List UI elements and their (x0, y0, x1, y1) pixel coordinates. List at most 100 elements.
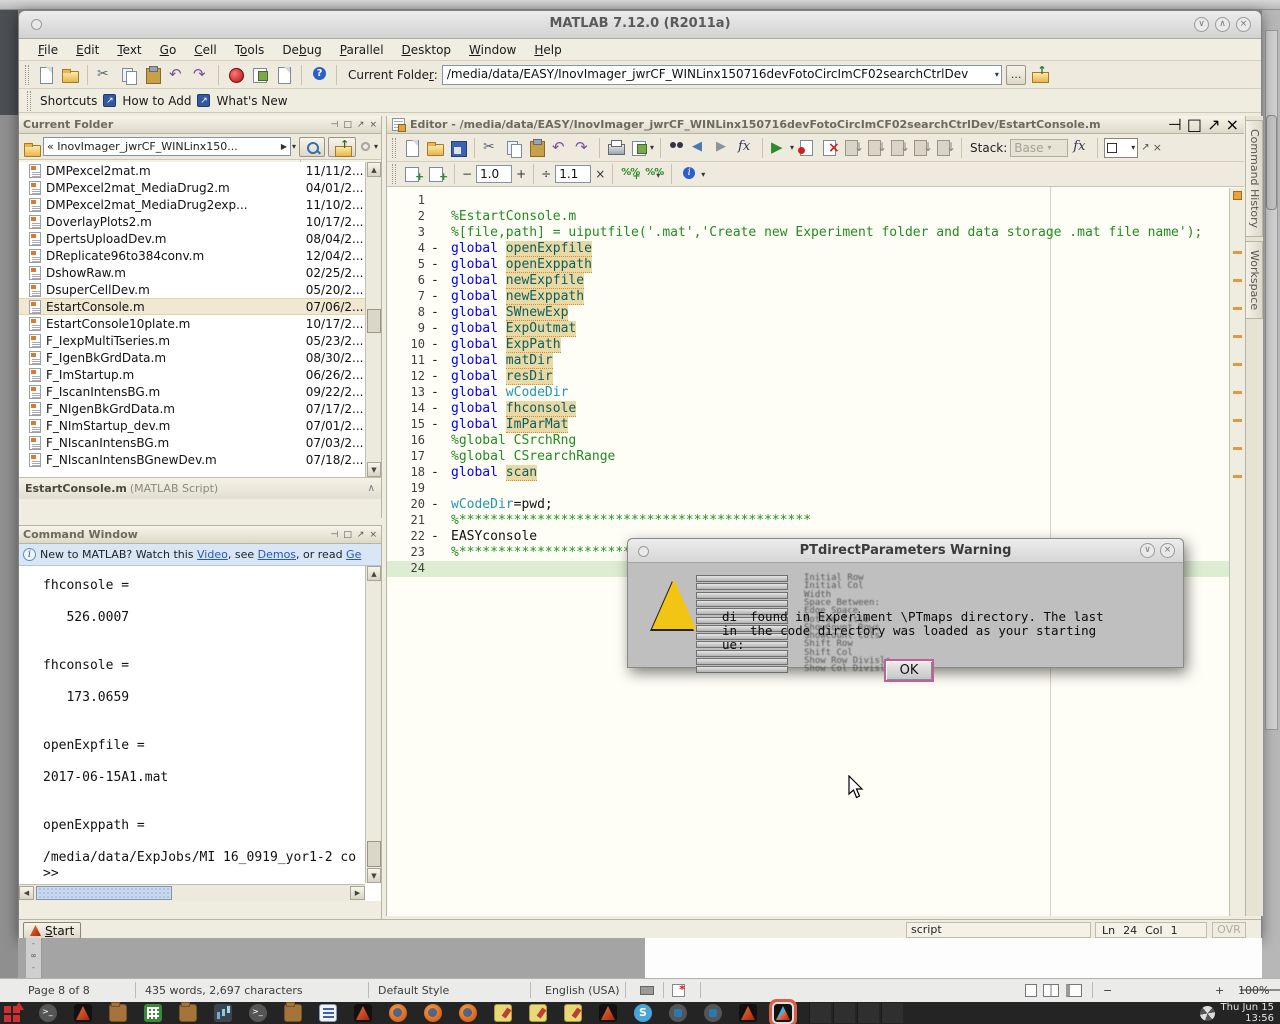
code-line[interactable]: 17%global CSrearchRange (387, 449, 1229, 465)
profiler-icon[interactable] (274, 65, 294, 85)
current-folder-panel-header[interactable]: Current Folder ⊣ □ ↗ × (19, 116, 381, 134)
taskbar-cam-icon[interactable] (669, 1004, 687, 1022)
maximize-panel-icon[interactable]: □ (1187, 115, 1202, 134)
line-number[interactable]: 9 (387, 321, 425, 335)
breadcrumb-next-icon[interactable]: ▶ (281, 142, 287, 151)
tab-workspace[interactable]: Workspace (1246, 241, 1263, 319)
code-line[interactable]: 8-global SWnewExp (387, 305, 1229, 321)
taskbar-terminal-icon[interactable] (249, 1004, 267, 1022)
line-number[interactable]: 3 (387, 225, 425, 239)
shortcut-how-to-add[interactable]: How to Add (122, 94, 191, 108)
file-row[interactable]: F_NIscanIntensBGnewDev.m07/18/2... (19, 451, 365, 468)
close-panel-icon[interactable]: × (1226, 115, 1239, 134)
browse-folder-button[interactable]: ... (1006, 65, 1027, 85)
step-icon[interactable] (843, 138, 863, 158)
start-button[interactable]: Start (23, 922, 81, 939)
step-out-icon[interactable] (889, 138, 909, 158)
line-number[interactable]: 18 (387, 465, 425, 479)
line-number[interactable]: 21 (387, 513, 425, 527)
mlint-warning-tick[interactable] (1233, 419, 1242, 422)
actions-gear-icon[interactable] (359, 140, 373, 154)
line-number[interactable]: 14 (387, 401, 425, 415)
taskbar-clock[interactable]: Thu Jun 15 13:56 (1200, 1002, 1280, 1024)
font-increase-button[interactable]: + (516, 167, 526, 181)
step-in-icon[interactable] (866, 138, 886, 158)
undock-icon[interactable]: ↗ (1141, 142, 1149, 153)
code-line[interactable]: 14-global fhconsole (387, 401, 1229, 417)
command-window-output-area[interactable]: fhconsole = 526.0007fhconsole = 173.0659… (19, 566, 365, 883)
mlint-warning-tick[interactable] (1233, 251, 1242, 254)
undo-icon[interactable] (167, 65, 187, 85)
close-icon[interactable]: × (1153, 141, 1162, 154)
taskbar-empty-slot[interactable] (833, 1003, 855, 1023)
code-line[interactable]: 9-global ExpOutmat (387, 321, 1229, 337)
paste-icon[interactable] (527, 138, 547, 158)
code-line[interactable]: 6-global newExpfile (387, 273, 1229, 289)
code-line[interactable]: 3%[file,path] = uiputfile('.mat','Create… (387, 225, 1229, 241)
taskbar-matlab-icon[interactable] (739, 1004, 757, 1022)
publish-dropdown-icon[interactable]: ▾ (701, 170, 705, 179)
find-files-icon[interactable] (667, 138, 687, 158)
menu-help[interactable]: Help (525, 43, 570, 57)
divide-button[interactable]: ÷ (541, 167, 551, 181)
zoom-percent-status[interactable]: 100% (1238, 984, 1269, 997)
language-status[interactable]: English (USA) (545, 984, 620, 997)
font-decrease-button[interactable]: − (462, 167, 472, 181)
word-count-status[interactable]: 435 words, 2,697 characters (145, 984, 303, 997)
code-line[interactable]: 12-global resDir (387, 369, 1229, 385)
code-line[interactable]: 15-global ImParMat (387, 417, 1229, 433)
maximize-panel-icon[interactable]: □ (343, 530, 352, 540)
file-row[interactable]: DMPexcel2mat_MediaDrug2exp...11/10/2... (19, 196, 365, 213)
file-row[interactable]: DMPexcel2mat.m11/11/2... (19, 162, 365, 179)
taskbar-matlab-icon[interactable] (599, 1004, 617, 1022)
file-row[interactable]: EstartConsole10plate.m10/17/2... (19, 315, 365, 332)
scroll-down-icon[interactable]: ▼ (367, 868, 381, 883)
line-number[interactable]: 12 (387, 369, 425, 383)
help-icon[interactable] (309, 65, 329, 85)
file-row[interactable]: F_ImStartup.m06/26/2... (19, 366, 365, 383)
code-line[interactable]: 11-global matDir (387, 353, 1229, 369)
print-preview-icon[interactable] (629, 138, 649, 158)
single-page-view-icon[interactable] (1025, 984, 1037, 997)
matlab-titlebar[interactable]: MATLAB 7.12.0 (R2011a) ∨ ∧ × (19, 11, 1261, 39)
undock-icon[interactable]: ↗ (357, 120, 365, 130)
maximize-panel-icon[interactable]: □ (343, 120, 352, 130)
taskbar-firefox-icon[interactable] (389, 1004, 407, 1022)
taskbar-terminal-icon[interactable] (39, 1004, 57, 1022)
taskbar-calc-icon[interactable] (144, 1004, 162, 1022)
minimize-icon[interactable]: ∨ (1194, 17, 1209, 32)
document-modified-icon[interactable] (672, 984, 685, 997)
code-line[interactable]: 13-global wCodeDir (387, 385, 1229, 401)
menu-cell[interactable]: Cell (185, 43, 225, 57)
taskbar-gpick-icon[interactable] (494, 1004, 512, 1022)
file-row[interactable]: F_NIscanIntensBG.m07/03/2... (19, 434, 365, 451)
scrollbar-thumb[interactable] (367, 309, 381, 333)
current-folder-input[interactable]: /media/data/EASY/InovImager_jwrCF_WINLin… (442, 65, 1002, 85)
line-number[interactable]: 24 (387, 561, 425, 575)
shortcut-whats-new[interactable]: What's New (216, 94, 287, 108)
file-row[interactable]: F_IgenBkGrdData.m08/30/2... (19, 349, 365, 366)
dialog-titlebar[interactable]: PTdirectParameters Warning ∨ × (628, 539, 1183, 563)
open-file-icon[interactable] (60, 65, 80, 85)
copy-icon[interactable] (119, 65, 139, 85)
book-view-icon[interactable] (1066, 984, 1082, 997)
times-button[interactable]: × (595, 167, 605, 181)
demos-link[interactable]: Demos (258, 548, 296, 561)
undock-icon[interactable]: ↗ (357, 530, 365, 540)
set-breakpoint-icon[interactable] (797, 138, 817, 158)
spinner-icon[interactable] (1200, 1006, 1215, 1021)
open-file-icon[interactable] (425, 138, 445, 158)
undock-icon[interactable]: ↗ (1207, 115, 1220, 134)
taskbar-writer-icon[interactable] (319, 1004, 337, 1022)
file-row[interactable]: F_NIgenBkGrdData.m07/17/2... (19, 400, 365, 417)
code-line[interactable]: 4-global openExpfile (387, 241, 1229, 257)
save-icon[interactable] (448, 138, 468, 158)
undo-icon[interactable] (550, 138, 570, 158)
forward-icon[interactable] (713, 138, 733, 158)
line-number[interactable]: 13 (387, 385, 425, 399)
stack-select[interactable]: Base ▾ (1010, 139, 1068, 157)
line-number[interactable]: 1 (387, 193, 425, 207)
scrollbar-thumb[interactable] (367, 841, 381, 867)
menu-file[interactable]: File (29, 43, 67, 57)
line-number[interactable]: 5 (387, 257, 425, 271)
